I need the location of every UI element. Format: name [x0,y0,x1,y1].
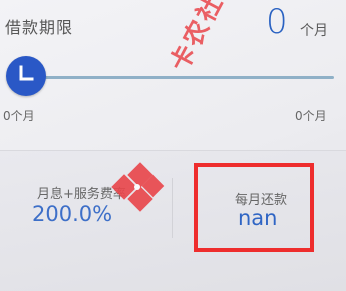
loan-term-slider-track[interactable] [26,76,334,79]
loan-term-value: 0 [266,2,288,42]
loan-term-panel: 借款期限 0 个月 0个月 0个月 [0,0,346,150]
column-divider [172,178,173,238]
rate-value: 200.0% [32,202,113,226]
loan-term-slider-thumb[interactable] [6,56,46,96]
rate-label: 月息+服务费率 [37,187,126,202]
slider-min-label: 0个月 [3,109,35,123]
loan-calculator-screen: 借款期限 0 个月 0个月 0个月 月息+服务费率 200.0% 每月还款 na… [0,0,346,291]
clock-icon [19,65,34,81]
slider-max-label: 0个月 [295,109,327,123]
monthly-repayment-value: nan [238,206,278,230]
loan-term-label: 借款期限 [5,18,74,37]
loan-term-unit: 个月 [300,23,328,39]
